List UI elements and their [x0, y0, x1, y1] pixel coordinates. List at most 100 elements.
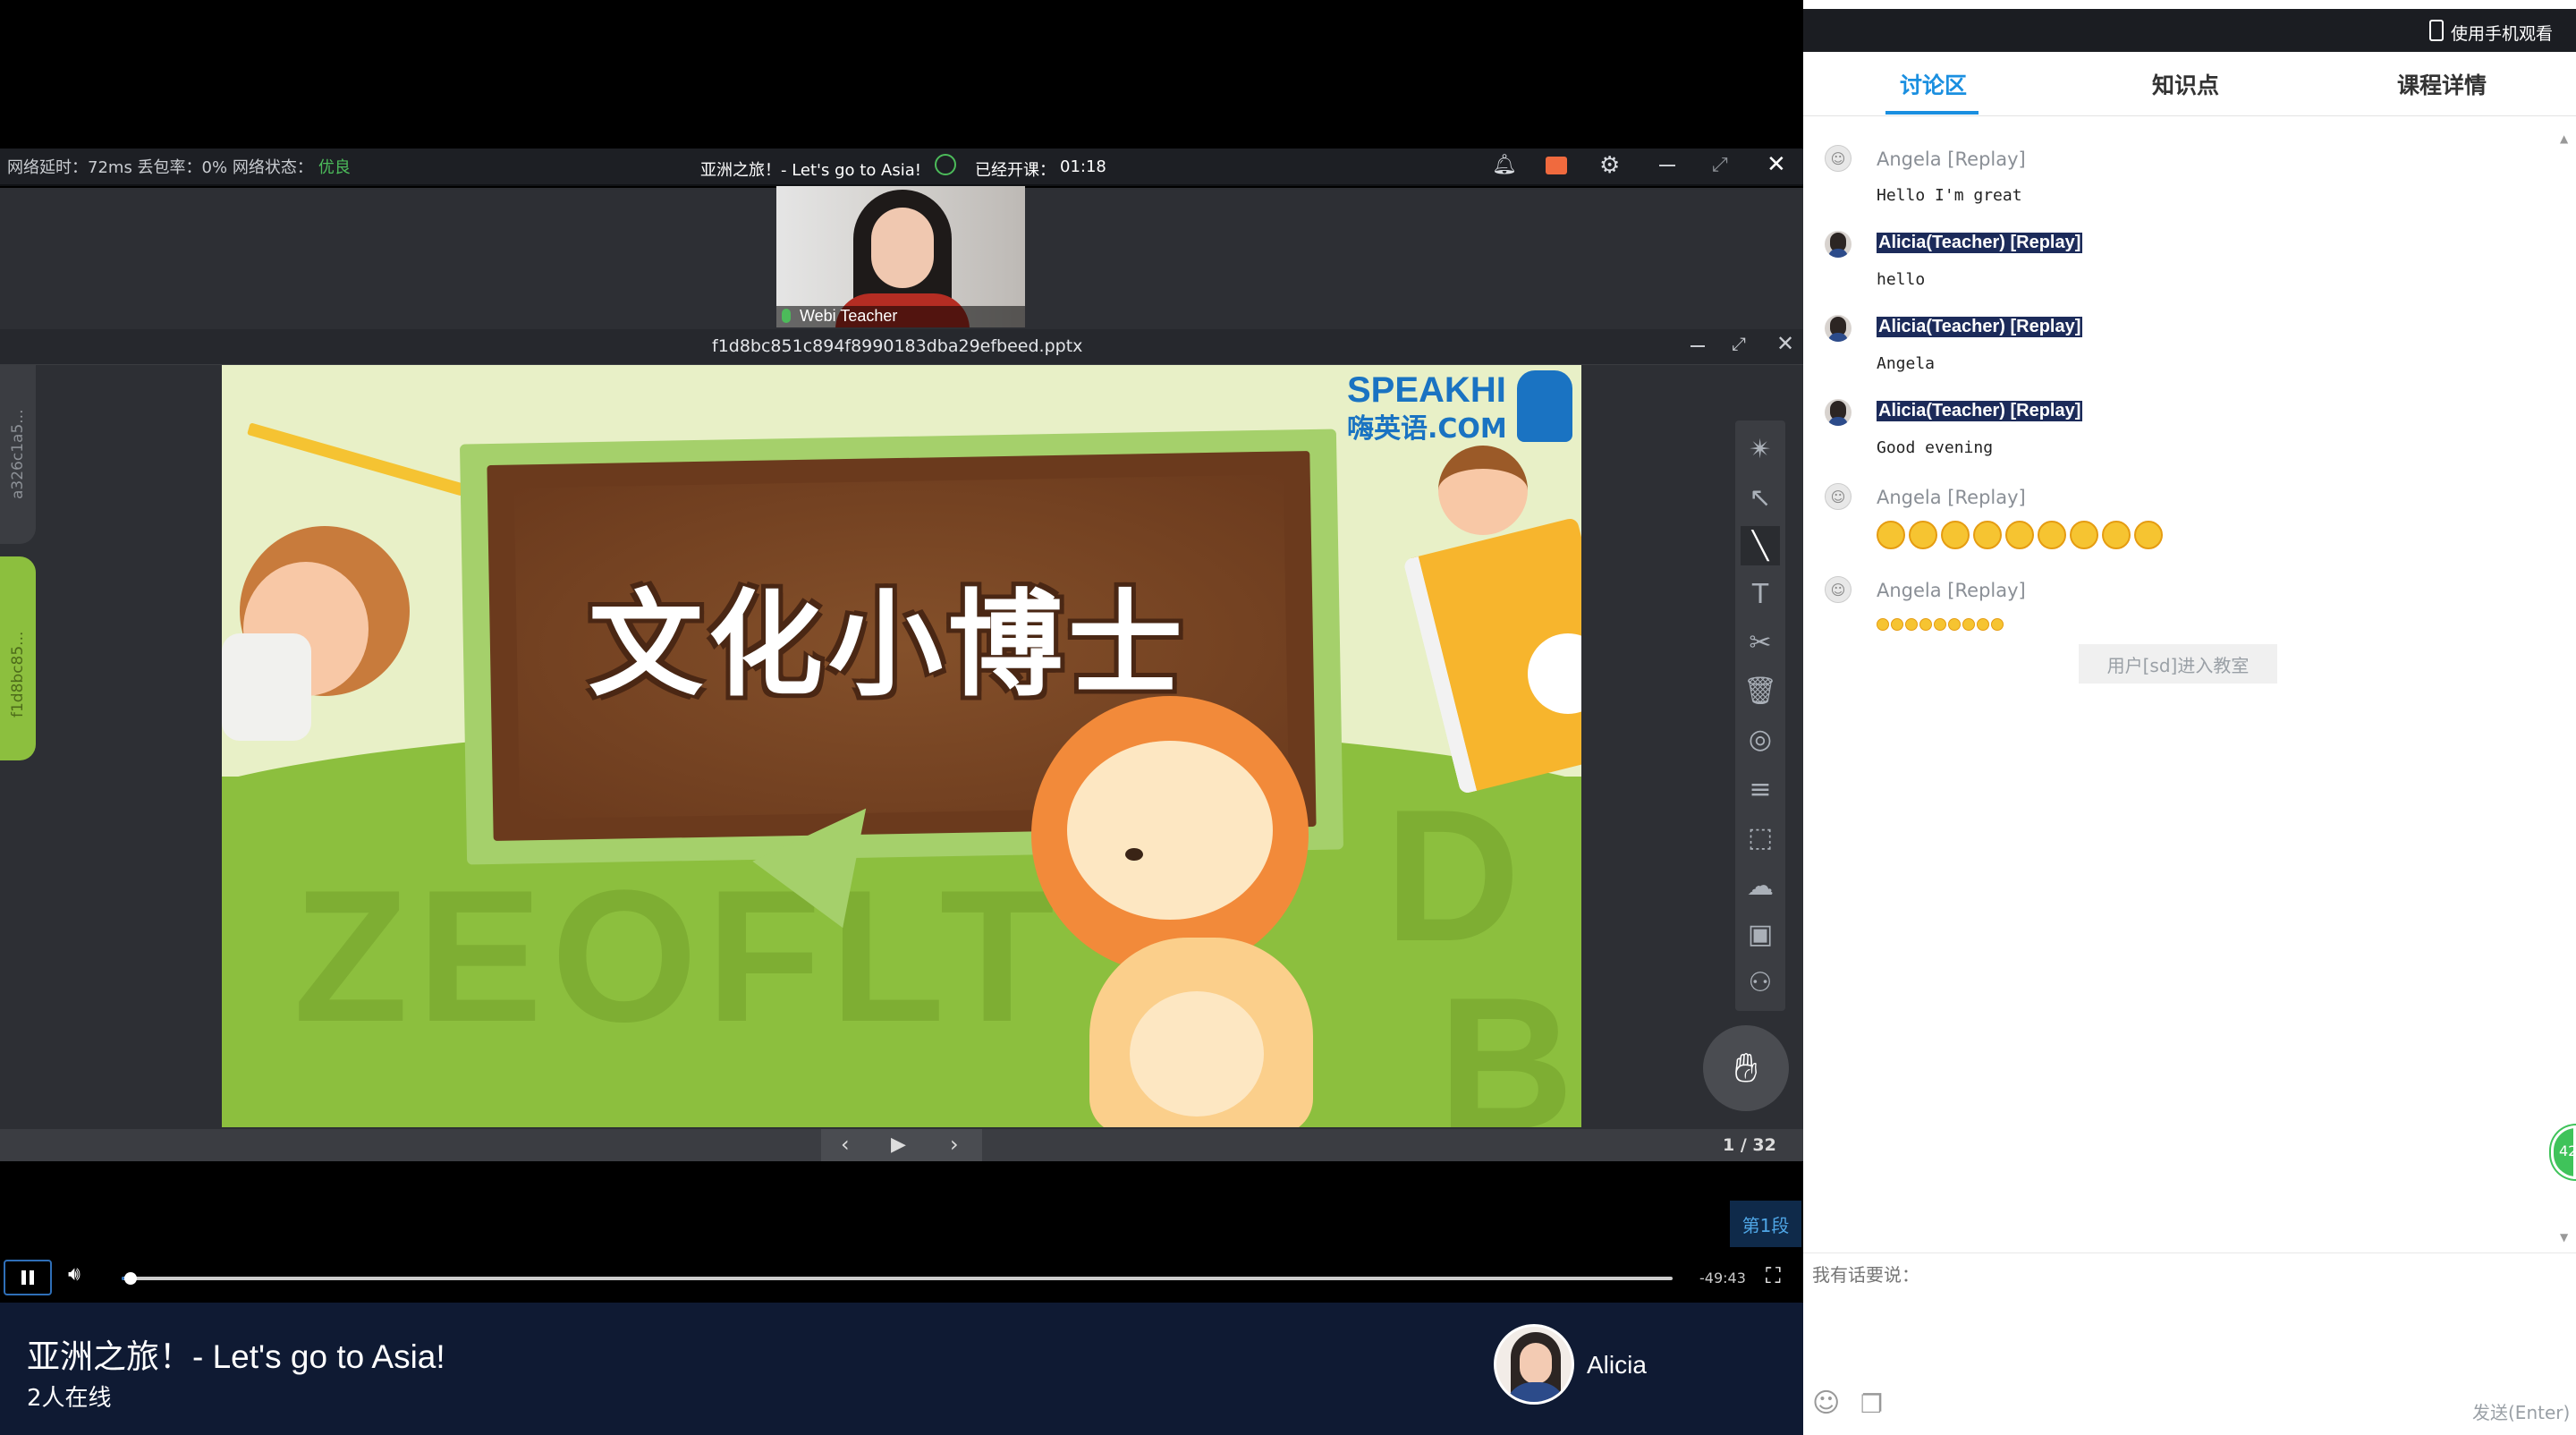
student-avatar: ☺ — [1825, 483, 1852, 510]
emoji-picker-icon[interactable]: ☺ — [1812, 1388, 1840, 1419]
chat-text: hello — [1877, 270, 1926, 289]
teacher-avatar — [1825, 231, 1852, 258]
scroll-up-icon[interactable]: ▲ — [2560, 132, 2568, 145]
grin-emoji-icon — [2134, 521, 2163, 549]
lion-nose — [1125, 848, 1143, 861]
tab-knowledge[interactable]: 知识点 — [2152, 68, 2219, 100]
side-tab-1[interactable]: a326c1a5... — [0, 338, 36, 544]
slide-restore-icon[interactable]: ⤢ — [1732, 333, 1746, 354]
teacher-avatar — [1825, 399, 1852, 426]
whiteboard-toolbar: ✴ ↖ ╲ T ✂ 🗑︎ ◎ ≡ ⬚ ☁ ▣ ⚇ — [1735, 420, 1785, 1011]
raise-hand-button[interactable]: ✋︎ — [1703, 1025, 1789, 1111]
pen-icon[interactable]: ╲ — [1741, 526, 1780, 565]
chat-sender: Alicia(Teacher) [Replay] — [1877, 233, 2083, 253]
gift-send-icon[interactable]: ❐ — [1860, 1389, 1883, 1419]
slide-canvas[interactable]: ZEOFLT D B 文化小博士 SPEAKHI 嗨英语.COM — [222, 365, 1581, 1127]
notes-icon[interactable]: ≡ — [1741, 769, 1780, 809]
cloud-icon[interactable]: ☁ — [1741, 866, 1780, 905]
slide-bg-letters: ZEOFLT — [293, 851, 1063, 1061]
grin-emoji-icon — [2005, 521, 2034, 549]
segment-label[interactable]: 第1段 — [1730, 1201, 1801, 1247]
progress-track[interactable] — [122, 1277, 1673, 1280]
mobile-watch-link[interactable]: 使用手机观看 — [2451, 21, 2553, 45]
chat-message: Alicia(Teacher) [Replay] Good evening — [1825, 397, 2083, 457]
close-icon[interactable]: ✕ — [1767, 151, 1786, 178]
minimize-icon[interactable] — [1659, 165, 1675, 166]
grin-emoji-icon — [1962, 618, 1975, 631]
side-tab-2[interactable]: f1d8bc85... — [0, 556, 36, 760]
audio-icon[interactable]: ◎ — [1741, 719, 1780, 759]
slide-minimize-icon[interactable] — [1690, 345, 1705, 347]
network-quality: 优良 — [318, 158, 351, 177]
slide-heading: 文化小博士 — [589, 579, 1189, 712]
right-header: 使用手机观看 — [1803, 9, 2576, 52]
emoji-row — [1877, 617, 2005, 634]
chat-text: Good evening — [1877, 438, 1994, 457]
next-slide-icon[interactable]: › — [950, 1132, 959, 1157]
class-title: 亚洲之旅！- Let's go to Asia! — [700, 161, 921, 180]
side-tab-2-label: f1d8bc85... — [9, 631, 27, 718]
system-notice: 用户[sd]进入教室 — [2079, 644, 2277, 684]
grin-emoji-icon — [1877, 618, 1889, 631]
student-avatar: ☺ — [1825, 576, 1852, 603]
chat-bubble-icon[interactable]: ⬚ — [1741, 818, 1780, 857]
girl-coat — [222, 633, 311, 741]
slide-bg-letter-d: D — [1385, 770, 1521, 981]
tab-course-details[interactable]: 课程详情 — [2397, 68, 2487, 100]
grin-emoji-icon — [1948, 618, 1961, 631]
fullscreen-icon[interactable]: ⛶ — [1766, 1263, 1781, 1288]
users-icon[interactable]: ⚇ — [1741, 963, 1780, 1002]
chat-scrollbar[interactable]: ▲ ▼ — [2556, 125, 2572, 1252]
progress-handle[interactable] — [124, 1272, 138, 1285]
bell-icon[interactable]: 🔔︎ — [1492, 154, 1517, 176]
play-slide-icon[interactable]: ▶ — [891, 1134, 906, 1156]
settings-icon[interactable]: ⚙ — [1599, 152, 1620, 179]
prev-slide-icon[interactable]: ‹ — [841, 1132, 850, 1157]
tab-discussion[interactable]: 讨论区 — [1900, 68, 1967, 100]
hand-icon: ✋︎ — [1733, 1043, 1758, 1091]
phone-icon — [2429, 20, 2444, 41]
slide-navbar: ‹ ▶ › 1 / 32 — [0, 1129, 1803, 1161]
course-info-bar: 亚洲之旅！- Let's go to Asia! 2人在线 Alicia — [0, 1303, 1803, 1435]
chat-input[interactable] — [1812, 1261, 2563, 1377]
restore-icon[interactable]: ⤢ — [1712, 154, 1728, 176]
lion-face — [1067, 741, 1273, 920]
scissors-icon[interactable]: ✂ — [1741, 623, 1780, 662]
chat-sender: Angela [Replay] — [1877, 487, 2026, 508]
chat-text: Angela — [1877, 354, 1936, 373]
laser-pointer-icon[interactable]: ✴ — [1741, 429, 1780, 469]
pause-button[interactable] — [4, 1260, 52, 1295]
floating-badge[interactable]: 42 — [2551, 1125, 2576, 1179]
host-avatar[interactable] — [1494, 1324, 1574, 1405]
grin-emoji-icon — [1909, 521, 1937, 549]
side-tab-1-label: a326c1a5... — [9, 409, 27, 499]
logo-subtext: 嗨英语.COM — [1347, 413, 1507, 445]
grin-emoji-icon — [1919, 618, 1932, 631]
network-status: 网络延时：72ms 丢包率：0% 网络状态： — [7, 158, 313, 177]
classroom-toolbar: 网络延时：72ms 丢包率：0% 网络状态： 优良 亚洲之旅！- Let's g… — [0, 149, 1803, 186]
chat-list: ☺ Angela [Replay] Hello I'm great Alicia… — [1803, 125, 2555, 1244]
send-button[interactable]: 发送(Enter) — [2472, 1398, 2570, 1424]
grin-emoji-icon — [1934, 618, 1946, 631]
text-tool-icon[interactable]: T — [1741, 574, 1780, 614]
toolbox-icon[interactable]: ▣ — [1741, 914, 1780, 954]
scroll-down-icon[interactable]: ▼ — [2560, 1231, 2568, 1244]
clock-icon — [935, 154, 956, 175]
remaining-time: -49:43 — [1699, 1269, 1746, 1286]
slide-bg-letter-b: B — [1438, 958, 1574, 1127]
elapsed-time: 01:18 — [1060, 157, 1106, 176]
elapsed-label: 已经开课： — [975, 161, 1055, 180]
gift-icon[interactable] — [1546, 157, 1567, 174]
volume-icon[interactable]: 🔊︎ — [68, 1263, 80, 1286]
grin-emoji-icon — [1973, 521, 2002, 549]
trash-icon[interactable]: 🗑︎ — [1741, 671, 1780, 710]
boy-character — [1438, 446, 1528, 535]
select-move-icon[interactable]: ↖ — [1741, 478, 1780, 517]
slide-close-icon[interactable]: ✕ — [1776, 331, 1794, 356]
teacher-video[interactable]: Webi Teacher — [776, 186, 1025, 327]
video-area: 网络延时：72ms 丢包率：0% 网络状态： 优良 亚洲之旅！- Let's g… — [0, 0, 1803, 1435]
player-controls: 🔊︎ -49:43 ⛶ — [0, 1256, 1803, 1303]
grin-emoji-icon — [2102, 521, 2131, 549]
chat-message: Alicia(Teacher) [Replay] Angela — [1825, 313, 2083, 373]
slide-page-number: 1 / 32 — [1723, 1135, 1776, 1155]
